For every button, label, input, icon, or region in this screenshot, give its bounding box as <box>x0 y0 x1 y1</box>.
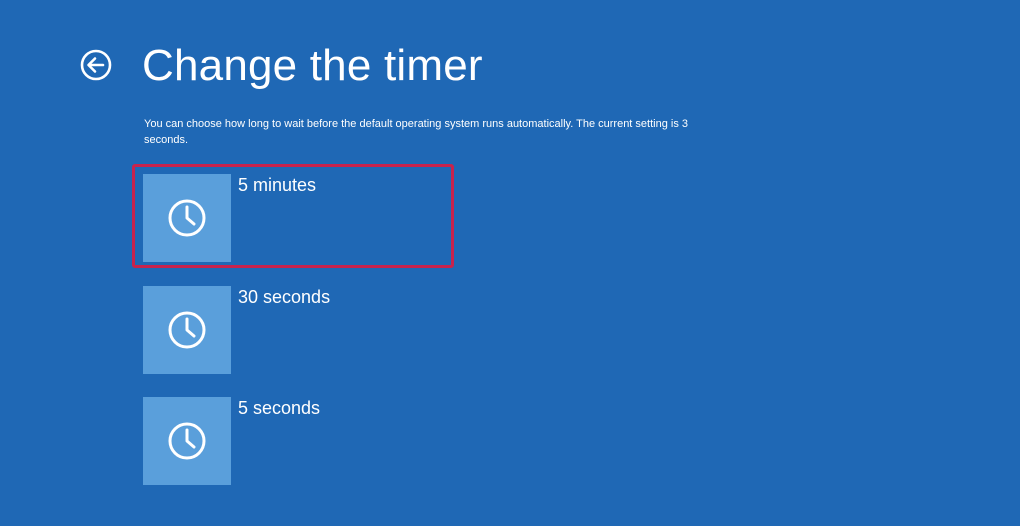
timer-option-5-seconds[interactable]: 5 seconds <box>143 397 443 487</box>
page-title: Change the timer <box>142 41 483 90</box>
option-tile <box>143 174 231 262</box>
option-label: 30 seconds <box>238 287 331 307</box>
back-arrow-icon <box>80 49 112 81</box>
option-tile <box>143 286 231 374</box>
clock-icon <box>168 422 206 460</box>
timer-option-30-seconds[interactable]: 30 seconds <box>143 286 443 376</box>
timer-option-5-minutes[interactable]: 5 minutes <box>143 174 443 264</box>
option-tile <box>143 397 231 485</box>
clock-icon <box>168 311 206 349</box>
clock-icon <box>168 199 206 237</box>
option-label: 5 minutes <box>238 175 317 195</box>
page-description: You can choose how long to wait before t… <box>144 118 689 146</box>
option-label: 5 seconds <box>238 398 321 418</box>
back-button[interactable] <box>80 49 112 81</box>
